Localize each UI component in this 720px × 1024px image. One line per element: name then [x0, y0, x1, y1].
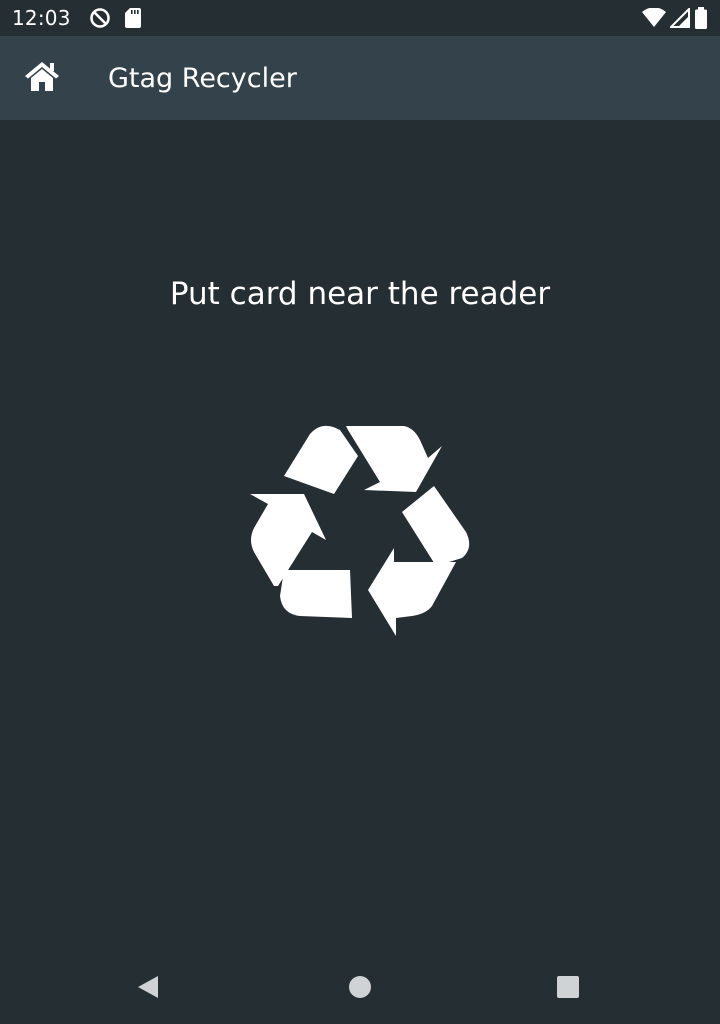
- app-bar: Gtag Recycler: [0, 36, 720, 120]
- home-circle-icon: [348, 975, 372, 1004]
- wifi-icon: [642, 8, 666, 28]
- recents-button[interactable]: [555, 975, 581, 1004]
- status-right-icons: [642, 7, 708, 29]
- back-icon: [136, 974, 160, 1005]
- sd-card-icon: [124, 8, 141, 28]
- back-button[interactable]: [135, 974, 161, 1005]
- sync-off-icon: [89, 7, 111, 29]
- recents-square-icon: [556, 975, 580, 1004]
- home-nav-button[interactable]: [347, 975, 373, 1004]
- prompt-text: Put card near the reader: [169, 276, 551, 312]
- home-icon: [24, 60, 60, 97]
- nav-bar: [0, 952, 720, 1024]
- status-left-icons: [89, 7, 141, 29]
- status-time: 12:03: [12, 6, 71, 30]
- recycle-icon: [248, 420, 472, 640]
- app-title: Gtag Recycler: [108, 62, 297, 94]
- status-bar: 12:03: [0, 0, 720, 36]
- signal-icon: [670, 8, 690, 28]
- app-screen: 12:03 Gtag Recycler Put card near the re…: [0, 0, 720, 1024]
- home-button[interactable]: [24, 60, 60, 96]
- battery-icon: [694, 7, 708, 29]
